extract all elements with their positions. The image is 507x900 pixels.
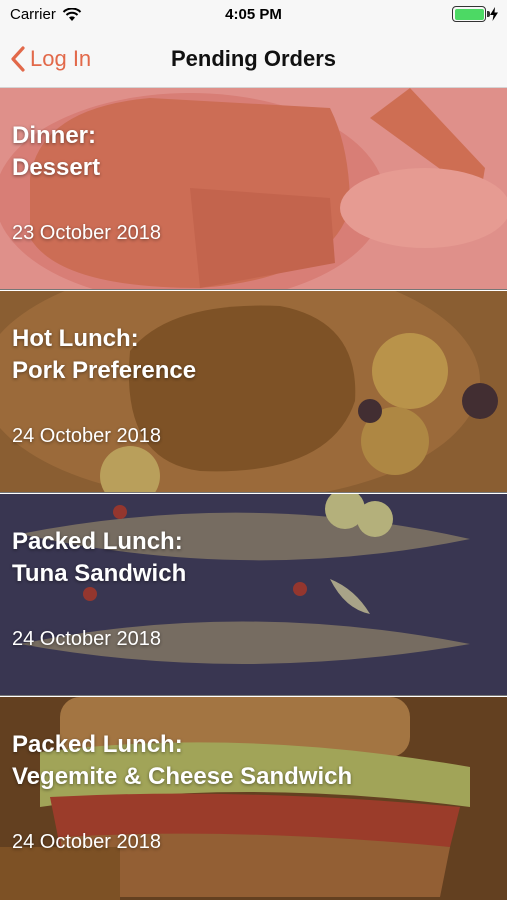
dessert-photo — [0, 88, 507, 289]
status-time: 4:05 PM — [225, 6, 282, 23]
battery-icon — [452, 6, 490, 22]
order-date: 24 October 2018 — [12, 425, 161, 447]
order-title: Dinner: Dessert — [12, 122, 101, 181]
order-card-pork[interactable]: Hot Lunch: Pork Preference 24 October 201… — [0, 291, 507, 493]
order-date: 24 October 2018 — [12, 628, 161, 650]
order-card-vegemite[interactable]: Packed Lunch: Vegemite & Cheese Sandwich … — [0, 697, 507, 900]
battery-indicator — [452, 6, 499, 22]
order-title: Hot Lunch: Pork Preference — [12, 325, 197, 384]
sandwich-photo — [0, 697, 507, 900]
fish-photo — [0, 494, 507, 695]
orders-list[interactable]: Dinner: Dessert 23 October 2018 Hot Lunch… — [0, 88, 507, 900]
status-bar: Carrier 4:05 PM — [0, 0, 507, 30]
order-date: 23 October 2018 — [12, 222, 161, 244]
order-card-dessert[interactable]: Dinner: Dessert 23 October 2018 — [0, 88, 507, 290]
charging-bolt-icon — [490, 7, 498, 21]
pork-roast-photo — [0, 291, 507, 492]
navigation-bar: Log In Pending Orders — [0, 30, 507, 88]
order-card-tuna[interactable]: Packed Lunch: Tuna Sandwich 24 October 20… — [0, 494, 507, 696]
order-date: 24 October 2018 — [12, 831, 161, 853]
order-title: Packed Lunch: Tuna Sandwich — [12, 528, 187, 587]
order-title: Packed Lunch: Vegemite & Cheese Sandwich — [12, 731, 353, 790]
page-title: Pending Orders — [170, 46, 337, 71]
battery-fill — [454, 8, 484, 20]
